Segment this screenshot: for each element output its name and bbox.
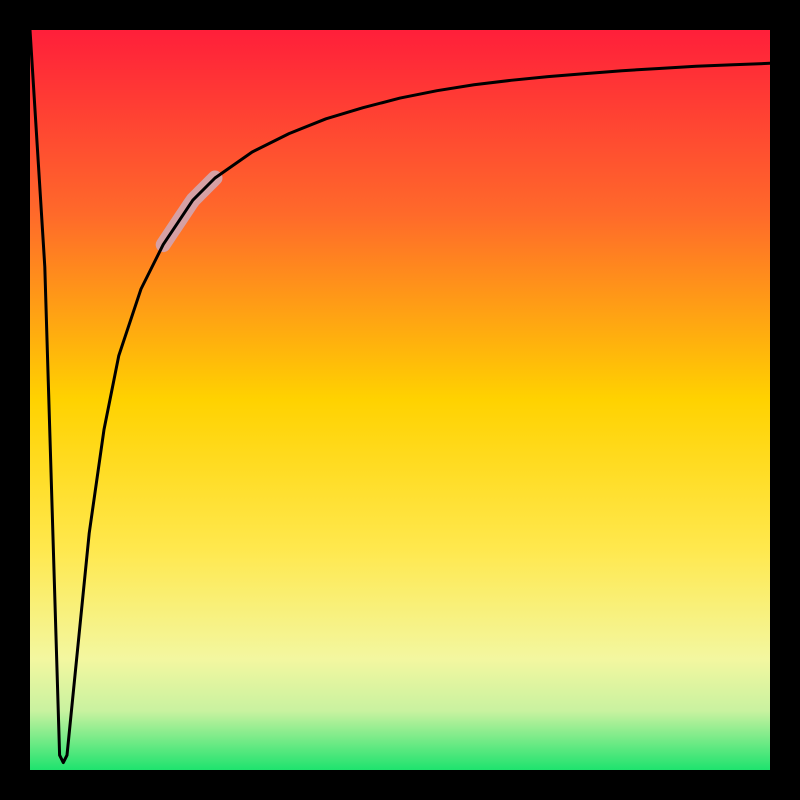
gradient-background bbox=[30, 30, 770, 770]
chart-svg bbox=[0, 0, 800, 800]
bottleneck-chart bbox=[0, 0, 800, 800]
